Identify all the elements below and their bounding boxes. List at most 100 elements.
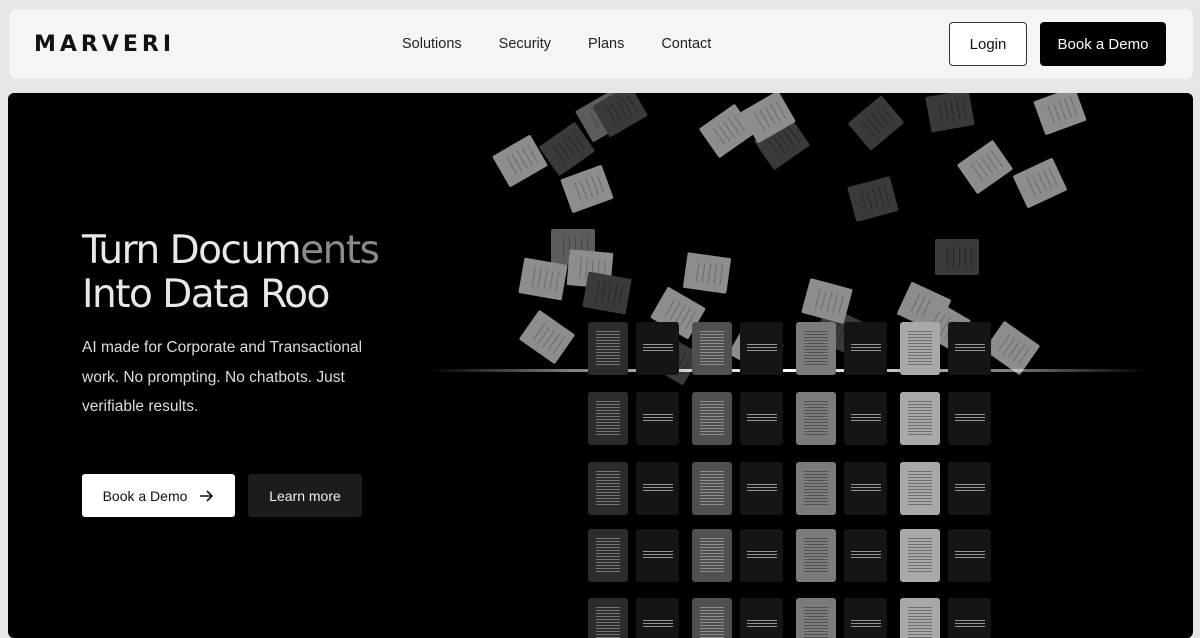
processed-document-tile	[588, 462, 628, 515]
data-rows	[955, 620, 985, 628]
processed-document-tile	[900, 598, 940, 638]
top-navbar: MARVERI Solutions Security Plans Contact…	[9, 9, 1193, 79]
data-rows	[747, 484, 777, 492]
hero-subtitle: AI made for Corporate and Transactional …	[82, 339, 363, 415]
document-lines	[908, 471, 932, 505]
nav-link-solutions[interactable]: Solutions	[402, 36, 462, 52]
extracted-data-card	[740, 598, 783, 638]
data-rows	[747, 414, 777, 422]
nav-link-contact[interactable]: Contact	[661, 36, 711, 52]
document-lines	[700, 607, 724, 638]
learn-more-button[interactable]: Learn more	[248, 474, 362, 517]
processed-document-tile	[900, 529, 940, 582]
data-rows	[955, 484, 985, 492]
extracted-data-card	[844, 462, 887, 515]
login-button[interactable]: Login	[949, 22, 1027, 66]
extracted-data-card	[636, 529, 679, 582]
data-rows	[643, 620, 673, 628]
document-icon	[491, 134, 549, 188]
hero-title-line2: Into Data Roo	[82, 272, 330, 317]
extracted-data-card	[740, 322, 783, 375]
data-rows	[643, 484, 673, 492]
processed-document-tile	[692, 529, 732, 582]
processed-document-tile	[692, 322, 732, 375]
data-rows	[955, 414, 985, 422]
data-rows	[851, 344, 881, 352]
data-rows	[955, 551, 985, 559]
extracted-data-card	[740, 462, 783, 515]
processed-document-tile	[692, 392, 732, 445]
book-demo-button[interactable]: Book a Demo	[1040, 22, 1166, 66]
document-icon	[983, 320, 1041, 376]
document-lines	[804, 607, 828, 638]
hero-section: Turn Documents Into Data Roo AI made for…	[8, 93, 1193, 638]
extracted-data-card	[636, 392, 679, 445]
extracted-data-card	[636, 462, 679, 515]
document-lines	[700, 401, 724, 435]
data-rows	[851, 414, 881, 422]
processed-document-tile	[796, 598, 836, 638]
hero-book-demo-button[interactable]: Book a Demo	[82, 474, 235, 517]
data-rows	[851, 551, 881, 559]
document-lines	[596, 401, 620, 435]
document-icon	[1012, 157, 1068, 209]
extracted-data-card	[740, 392, 783, 445]
processed-document-tile	[900, 392, 940, 445]
data-rows	[851, 484, 881, 492]
extracted-data-card	[948, 392, 991, 445]
document-icon	[956, 139, 1014, 195]
document-lines	[700, 331, 724, 365]
document-icon	[582, 271, 632, 315]
document-lines	[596, 607, 620, 638]
data-rows	[955, 344, 985, 352]
processed-document-tile	[588, 529, 628, 582]
data-rows	[643, 344, 673, 352]
document-icon	[518, 309, 576, 365]
hero-title-line1-main: Turn Docum	[82, 228, 302, 273]
document-lines	[700, 538, 724, 572]
document-lines	[804, 538, 828, 572]
document-icon	[925, 93, 975, 133]
nav-link-security[interactable]: Security	[499, 36, 551, 52]
data-rows	[747, 551, 777, 559]
processed-document-tile	[900, 462, 940, 515]
document-icon	[1033, 93, 1087, 136]
hero-title-line1-fade: ents	[300, 228, 380, 273]
extracted-data-card	[740, 529, 783, 582]
data-rows	[643, 414, 673, 422]
extracted-data-card	[948, 529, 991, 582]
extracted-data-card	[948, 322, 991, 375]
document-lines	[804, 401, 828, 435]
data-rows	[643, 551, 673, 559]
extracted-data-card	[844, 529, 887, 582]
hero-book-demo-label: Book a Demo	[102, 487, 188, 504]
processed-document-tile	[692, 598, 732, 638]
brand-logo[interactable]: MARVERI	[34, 32, 175, 57]
data-rows	[747, 344, 777, 352]
hero-title: Turn Documents Into Data Roo	[82, 228, 380, 317]
extracted-data-card	[844, 322, 887, 375]
hero-title-line1: Turn Documents	[82, 228, 380, 273]
processed-document-tile	[588, 598, 628, 638]
document-icon	[682, 252, 732, 294]
nav-link-plans[interactable]: Plans	[588, 36, 624, 52]
scan-line	[428, 369, 1148, 372]
extracted-data-card	[636, 322, 679, 375]
document-lines	[908, 607, 932, 638]
data-rows	[747, 620, 777, 628]
document-icon	[801, 277, 853, 325]
processed-document-tile	[796, 392, 836, 445]
document-lines	[908, 401, 932, 435]
document-lines	[596, 331, 620, 365]
processed-document-tile	[900, 322, 940, 375]
document-lines	[596, 538, 620, 572]
extracted-data-card	[948, 462, 991, 515]
extracted-data-card	[948, 598, 991, 638]
document-icon	[518, 257, 568, 301]
document-lines	[804, 331, 828, 365]
processed-document-tile	[796, 322, 836, 375]
document-lines	[596, 471, 620, 505]
document-lines	[908, 538, 932, 572]
extracted-data-card	[844, 598, 887, 638]
document-lines	[804, 471, 828, 505]
